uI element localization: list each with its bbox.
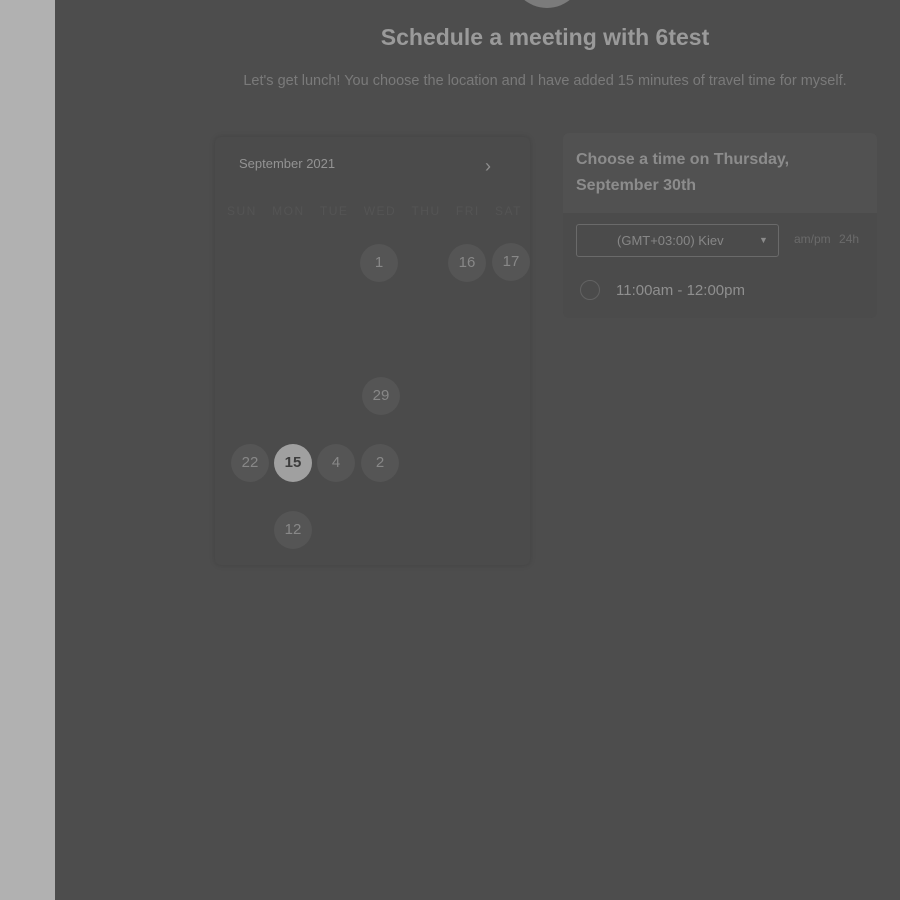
calendar-day[interactable]: 1 bbox=[360, 244, 398, 282]
radio-button[interactable] bbox=[580, 280, 600, 300]
caret-down-icon: ▼ bbox=[759, 235, 768, 245]
timezone-select[interactable]: (GMT+03:00) Kiev ▼ bbox=[576, 224, 779, 257]
calendar-day[interactable]: 17 bbox=[492, 243, 530, 281]
calendar-day[interactable]: 29 bbox=[362, 377, 400, 415]
calendar-day[interactable]: 12 bbox=[274, 511, 312, 549]
weekday-label: SAT bbox=[495, 204, 522, 218]
sidebar-backdrop bbox=[0, 0, 55, 900]
weekday-label: WED bbox=[363, 204, 397, 218]
time-picker-header: Choose a time on Thursday, September 30t… bbox=[563, 133, 877, 213]
date-picker: September 2021 › SUN MON TUE WED THU FRI… bbox=[215, 137, 530, 565]
time-picker-title: Choose a time on Thursday, September 30t… bbox=[576, 151, 790, 194]
weekday-header: SUN MON TUE WED THU FRI SAT bbox=[227, 204, 522, 218]
weekday-label: MON bbox=[272, 204, 305, 218]
weekday-label: FRI bbox=[455, 204, 480, 218]
format-option-24h[interactable]: 24h bbox=[839, 232, 859, 246]
weekday-label: THU bbox=[411, 204, 441, 218]
calendar-day-selected[interactable]: 15 bbox=[274, 444, 312, 482]
booking-page: Schedule a meeting with 6test Let's get … bbox=[55, 0, 900, 900]
format-option-ampm[interactable]: am/pm bbox=[794, 232, 831, 246]
calendar-day[interactable]: 22 bbox=[231, 444, 269, 482]
time-slot[interactable]: 11:00am - 12:00pm bbox=[580, 278, 745, 302]
time-format-toggle: am/pm 24h bbox=[794, 232, 864, 246]
weekday-label: TUE bbox=[319, 204, 349, 218]
calendar-day[interactable]: 2 bbox=[361, 444, 399, 482]
chevron-right-icon[interactable]: › bbox=[479, 155, 497, 177]
avatar bbox=[511, 0, 583, 8]
page-description: Let's get lunch! You choose the location… bbox=[243, 73, 847, 89]
timezone-value: (GMT+03:00) Kiev bbox=[617, 233, 724, 248]
time-slot-label: 11:00am - 12:00pm bbox=[616, 281, 745, 299]
month-label: September 2021 bbox=[239, 156, 336, 171]
calendar-day[interactable]: 4 bbox=[317, 444, 355, 482]
time-picker: Choose a time on Thursday, September 30t… bbox=[563, 133, 877, 318]
calendar-day[interactable]: 16 bbox=[448, 244, 486, 282]
weekday-label: SUN bbox=[227, 204, 257, 218]
page-title: Schedule a meeting with 6test bbox=[380, 24, 710, 50]
